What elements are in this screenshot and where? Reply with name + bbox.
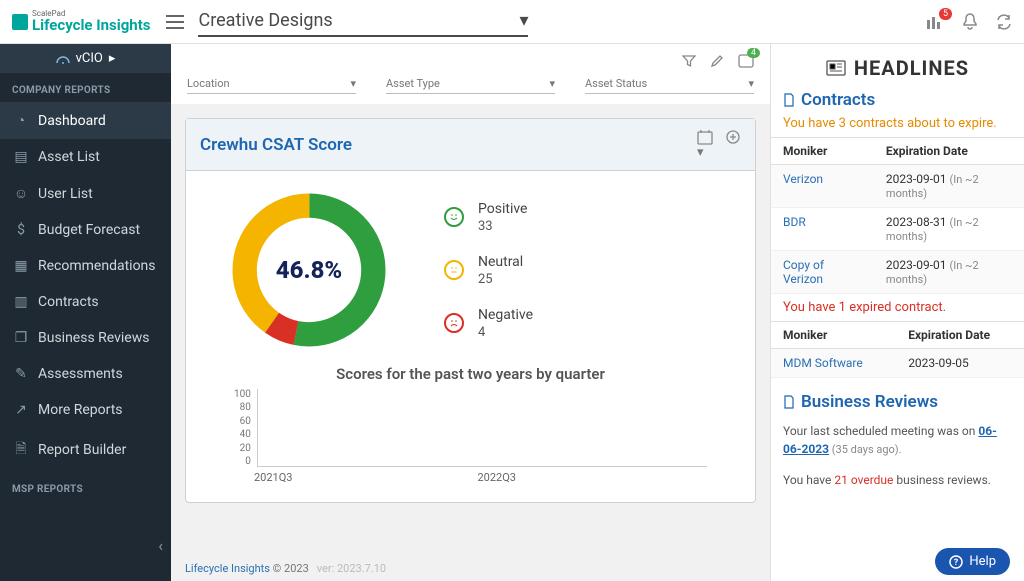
dollar-icon: $	[14, 222, 28, 238]
filter-location[interactable]: Location▾	[187, 74, 356, 94]
hl-contracts-title[interactable]: Contracts	[771, 90, 1024, 114]
chevron-right-icon: ▸	[109, 51, 116, 66]
chevron-down-icon: ▾	[549, 77, 555, 90]
company-selector[interactable]: Creative Designs ▾	[198, 6, 528, 37]
edit-icon: ✎	[14, 366, 28, 382]
card-settings-icon[interactable]	[725, 129, 741, 160]
chevron-down-icon: ▾	[350, 77, 356, 90]
sidebar-collapse-icon[interactable]: ‹	[158, 536, 163, 555]
contract-link[interactable]: Verizon	[783, 172, 823, 186]
sidebar-item-dashboard[interactable]: ◔Dashboard	[0, 102, 171, 139]
filter-asset-type[interactable]: Asset Type▾	[386, 74, 555, 94]
sidebar-footer	[0, 554, 171, 581]
chevron-down-icon: ▾	[519, 10, 528, 31]
footer-link[interactable]: Lifecycle Insights	[185, 562, 270, 575]
widgets-icon[interactable]: 4	[738, 54, 754, 68]
csat-percent: 46.8%	[224, 185, 394, 355]
overdue-text: You have 21 overdue business reviews.	[771, 465, 1024, 495]
frown-icon	[444, 313, 464, 333]
svg-text:?: ?	[954, 558, 959, 568]
sidebar-item-asset-list[interactable]: ▤Asset List	[0, 139, 171, 175]
brand-main: Lifecycle Insights	[32, 18, 150, 33]
sidebar-item-budget[interactable]: $Budget Forecast	[0, 212, 171, 248]
brand-logo: ScalePad Lifecycle Insights	[12, 10, 150, 33]
filter-icon[interactable]	[682, 54, 696, 68]
headlines-title: HEADLINES	[771, 44, 1024, 90]
table-row: Copy of Verizon2023-09-01 (In ~2 months)	[771, 251, 1024, 294]
hl-br-title[interactable]: Business Reviews	[771, 392, 1024, 416]
doc-icon: 🗎	[14, 438, 28, 462]
refresh-icon[interactable]	[996, 14, 1012, 30]
copy-icon: ❐	[14, 330, 28, 346]
company-selected: Creative Designs	[198, 10, 332, 31]
table-row: MDM Software2023-09-05	[771, 349, 1024, 378]
sidebar-item-recommendations[interactable]: ▦Recommendations	[0, 248, 171, 284]
sidebar-item-more-reports[interactable]: ↗More Reports	[0, 392, 171, 428]
sidebar-item-contracts[interactable]: ▥Contracts	[0, 284, 171, 320]
sidebar-role-selector[interactable]: vCIO ▸	[0, 44, 171, 73]
headlines-panel: HEADLINES Contracts You have 3 contracts…	[770, 44, 1024, 581]
alerts-count: 5	[939, 8, 952, 20]
contract-link[interactable]: BDR	[783, 215, 806, 229]
sidebar-item-assessments[interactable]: ✎Assessments	[0, 356, 171, 392]
sidebar-item-report-builder[interactable]: 🗎Report Builder	[0, 428, 171, 472]
chevron-down-icon: ▾	[748, 77, 754, 90]
sidebar-item-user-list[interactable]: ☺User List	[0, 175, 171, 212]
csat-legend: Positive33 Neutral25 Negative4	[444, 201, 533, 340]
sidebar-section-msp: MSP REPORTS	[0, 472, 171, 501]
external-icon: ↗	[14, 402, 28, 418]
sidebar: vCIO ▸ COMPANY REPORTS ◔Dashboard ▤Asset…	[0, 44, 171, 581]
csat-card: Crewhu CSAT Score ▾	[185, 118, 756, 503]
sidebar-section-company: COMPANY REPORTS	[0, 73, 171, 102]
neutral-face-icon	[444, 260, 464, 280]
help-icon: ?	[949, 555, 963, 569]
help-button[interactable]: ? Help	[935, 548, 1010, 575]
last-meeting-text: Your last scheduled meeting was on 06-06…	[771, 416, 1024, 465]
doc-icon	[783, 395, 795, 409]
card-title: Crewhu CSAT Score	[200, 135, 352, 155]
contracts-expiring-text: You have 3 contracts about to expire.	[771, 114, 1024, 137]
menu-toggle-icon[interactable]	[166, 15, 184, 29]
csat-donut: 46.8%	[224, 185, 394, 355]
date-range-icon[interactable]: ▾	[697, 129, 713, 160]
contract-link[interactable]: Copy of Verizon	[783, 258, 824, 286]
newspaper-icon	[826, 60, 846, 76]
table-row: BDR2023-08-31 (In ~2 months)	[771, 208, 1024, 251]
bell-icon[interactable]	[962, 13, 978, 31]
table-row: Verizon2023-09-01 (In ~2 months)	[771, 165, 1024, 208]
expired-contracts-table: MonikerExpiration Date MDM Software2023-…	[771, 321, 1024, 378]
doc-icon	[783, 93, 795, 107]
list-icon: ▤	[14, 149, 28, 165]
users-icon: ☺	[14, 185, 28, 202]
contracts-expired-text: You have 1 expired contract.	[771, 294, 1024, 321]
recs-icon: ▦	[14, 258, 28, 274]
edit-filters-icon[interactable]	[710, 54, 724, 68]
subchart-title: Scores for the past two years by quarter	[204, 365, 737, 383]
filter-asset-status[interactable]: Asset Status▾	[585, 74, 754, 94]
smile-icon	[444, 207, 464, 227]
footer: Lifecycle Insights © 2023ver: 2023.7.10	[171, 556, 770, 581]
contracts-table: MonikerExpiration Date Verizon2023-09-01…	[771, 137, 1024, 294]
grid-icon: ▥	[14, 294, 28, 310]
alerts-icon[interactable]: 5	[926, 14, 944, 30]
dashboard-icon	[56, 54, 70, 64]
subchart: 100 80 60 40 20 0	[204, 383, 737, 467]
logo-mark-icon	[12, 14, 28, 30]
contract-link[interactable]: MDM Software	[783, 356, 863, 370]
sidebar-item-business-reviews[interactable]: ❐Business Reviews	[0, 320, 171, 356]
gauge-icon: ◔	[14, 112, 28, 129]
